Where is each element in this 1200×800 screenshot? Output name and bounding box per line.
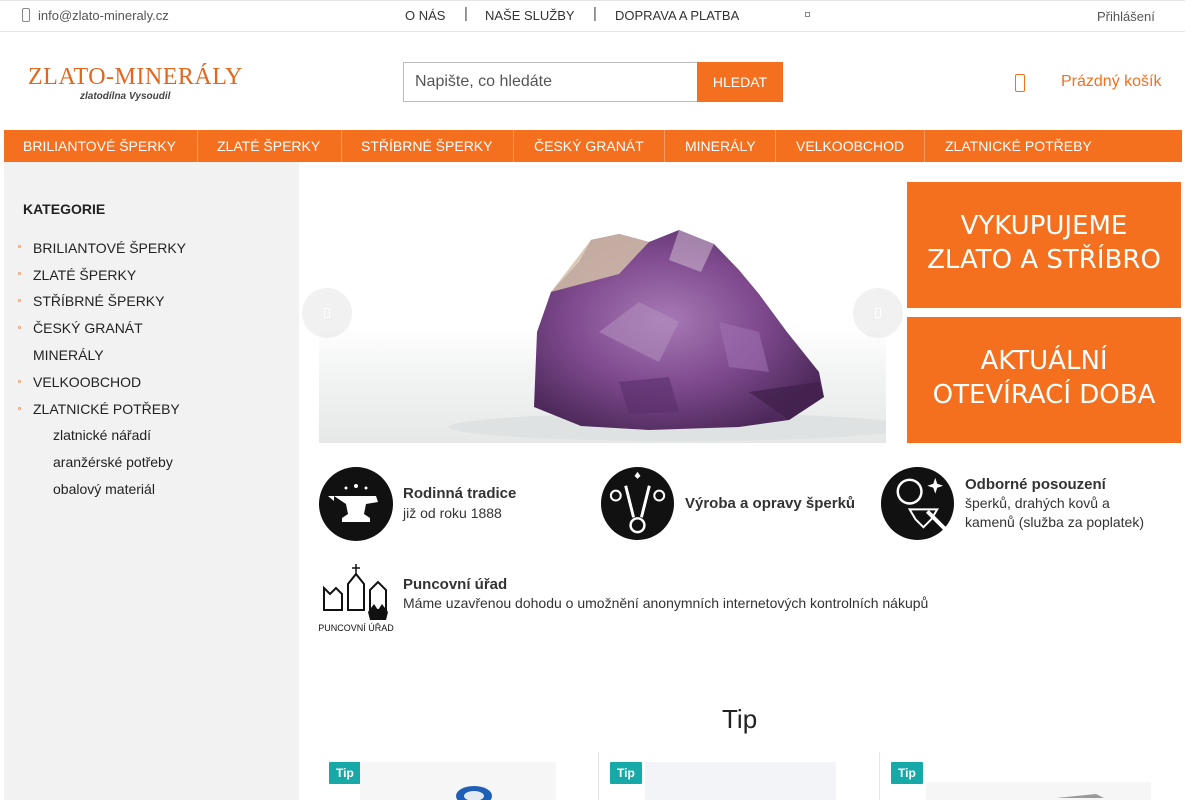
top-nav-o-nas[interactable]: O NÁS [405,8,445,23]
feature-assay-text: Máme uzavřenou dohodu o umožnění anonymn… [403,595,929,611]
search-input[interactable] [404,63,697,101]
sidebar-item-velkoobchod[interactable]: VELKOOBCHOD [33,374,141,390]
product-tip-badge: Tip [891,762,923,784]
assay-office-logo: PUNCOVNÍ ÚŘAD [318,564,394,633]
menu-mineraly[interactable]: MINERÁLY [685,130,756,162]
slider-next-icon [875,308,881,318]
banner-buy-line2: ZLATO A STŘÍBRO [927,245,1161,275]
product-image-1[interactable] [360,762,556,800]
pliers-rings-icon [600,466,675,541]
feature-assessment-text-2: kamenů (služba za poplatek) [965,514,1144,530]
menu-divider [197,130,198,162]
more-menu-icon[interactable] [805,12,810,17]
menu-divider [341,130,342,162]
sidebar-subitem-obalovy-material[interactable]: obalový materiál [53,481,155,497]
menu-zlate-sperky[interactable]: ZLATÉ ŠPERKY [217,130,320,162]
assay-logo-text: PUNCOVNÍ ÚŘAD [318,623,394,633]
sidebar-item-briliantove-sperky[interactable]: BRILIANTOVÉ ŠPERKY [33,240,186,256]
banner-buy-line1: VYKUPUJEME [960,211,1128,241]
logo-main-text: ZLATO-MINERÁLY [28,64,243,90]
menu-briliantove-sperky[interactable]: BRILIANTOVÉ ŠPERKY [23,130,176,162]
sidebar-item-zlate-sperky[interactable]: ZLATÉ ŠPERKY [33,267,136,283]
top-nav-separator: | [593,5,597,22]
product-divider [879,752,880,800]
menu-divider [924,130,925,162]
bullet-icon [18,326,21,329]
feature-tradition-title: Rodinná tradice [403,485,517,502]
top-bar: info@zlato-mineraly.cz O NÁS | NAŠE SLUŽ… [0,0,1185,32]
product-tip-badge: Tip [329,762,361,784]
slider-prev-button[interactable] [302,288,352,338]
sidebar-title: KATEGORIE [23,201,106,217]
banner-opening-hours[interactable]: AKTUÁLNÍ OTEVÍRACÍ DOBA [907,317,1181,443]
site-logo[interactable]: ZLATO-MINERÁLY zlatodílna Vysoudil [28,64,243,112]
bullet-icon [18,245,21,248]
bullet-icon [18,380,21,383]
menu-zlatnicke-potreby[interactable]: ZLATNICKÉ POTŘEBY [945,130,1092,162]
menu-stribrne-sperky[interactable]: STŘÍBRNÉ ŠPERKY [361,130,492,162]
search-button[interactable]: HLEDAT [697,62,783,102]
logo-sub-text: zlatodílna Vysoudil [80,91,171,102]
slider-next-button[interactable] [853,288,903,338]
search-form: HLEDAT [403,62,783,102]
cart-icon[interactable] [1015,74,1025,92]
banner-hours-line1: AKTUÁLNÍ [980,346,1108,376]
product-image-2[interactable] [645,762,836,800]
hero-slider[interactable] [319,182,886,443]
menu-divider [513,130,514,162]
bullet-icon [18,272,21,275]
tip-section-heading: Tip [722,704,758,734]
banner-buy-gold-silver[interactable]: VYKUPUJEME ZLATO A STŘÍBRO [907,182,1181,308]
login-link[interactable]: Přihlášení [1097,9,1155,24]
menu-velkoobchod[interactable]: VELKOOBCHOD [796,130,904,162]
feature-assessment-text-1: šperků, drahých kovů a [965,495,1110,511]
email-text: info@zlato-mineraly.cz [38,8,169,23]
menu-divider [664,130,665,162]
feature-assay-title: Puncovní úřad [403,576,508,593]
menu-divider [775,130,776,162]
magnifier-diamond-icon [880,466,955,541]
menu-cesky-granat[interactable]: ČESKÝ GRANÁT [534,130,644,162]
banner-hours-line2: OTEVÍRACÍ DOBA [932,380,1156,410]
sidebar-item-stribrne-sperky[interactable]: STŘÍBRNÉ ŠPERKY [33,293,164,309]
feature-tradition-text: již od roku 1888 [403,505,502,521]
product-divider [598,752,599,800]
top-nav-nase-sluzby[interactable]: NAŠE SLUŽBY [485,8,575,23]
email-link[interactable]: info@zlato-mineraly.cz [22,8,169,23]
product-image-3[interactable] [926,782,1151,800]
email-icon [22,8,30,22]
anvil-icon [319,467,393,541]
feature-production-title: Výroba a opravy šperků [685,495,856,512]
sidebar: KATEGORIE BRILIANTOVÉ ŠPERKY ZLATÉ ŠPERK… [4,162,299,800]
bullet-icon [18,299,21,302]
sidebar-subitem-zlatnicke-naradi[interactable]: zlatnické nářadí [53,427,151,443]
sidebar-item-zlatnicke-potreby[interactable]: ZLATNICKÉ POTŘEBY [33,401,180,417]
cart-label[interactable]: Prázdný košík [1061,73,1161,91]
slider-prev-icon [324,308,330,318]
main-menu: BRILIANTOVÉ ŠPERKY ZLATÉ ŠPERKY STŘÍBRNÉ… [4,130,1182,162]
amethyst-image [449,230,886,441]
sidebar-subitem-aranzerske-potreby[interactable]: aranžérské potřeby [53,454,173,470]
top-nav-doprava-a-platba[interactable]: DOPRAVA A PLATBA [615,8,739,23]
product-tip-badge: Tip [610,762,642,784]
sidebar-item-cesky-granat[interactable]: ČESKÝ GRANÁT [33,320,143,336]
bullet-icon [18,407,21,410]
sidebar-item-mineraly[interactable]: MINERÁLY [33,347,104,363]
feature-assessment-title: Odborné posouzení [965,476,1106,493]
top-nav-separator: | [464,5,468,22]
